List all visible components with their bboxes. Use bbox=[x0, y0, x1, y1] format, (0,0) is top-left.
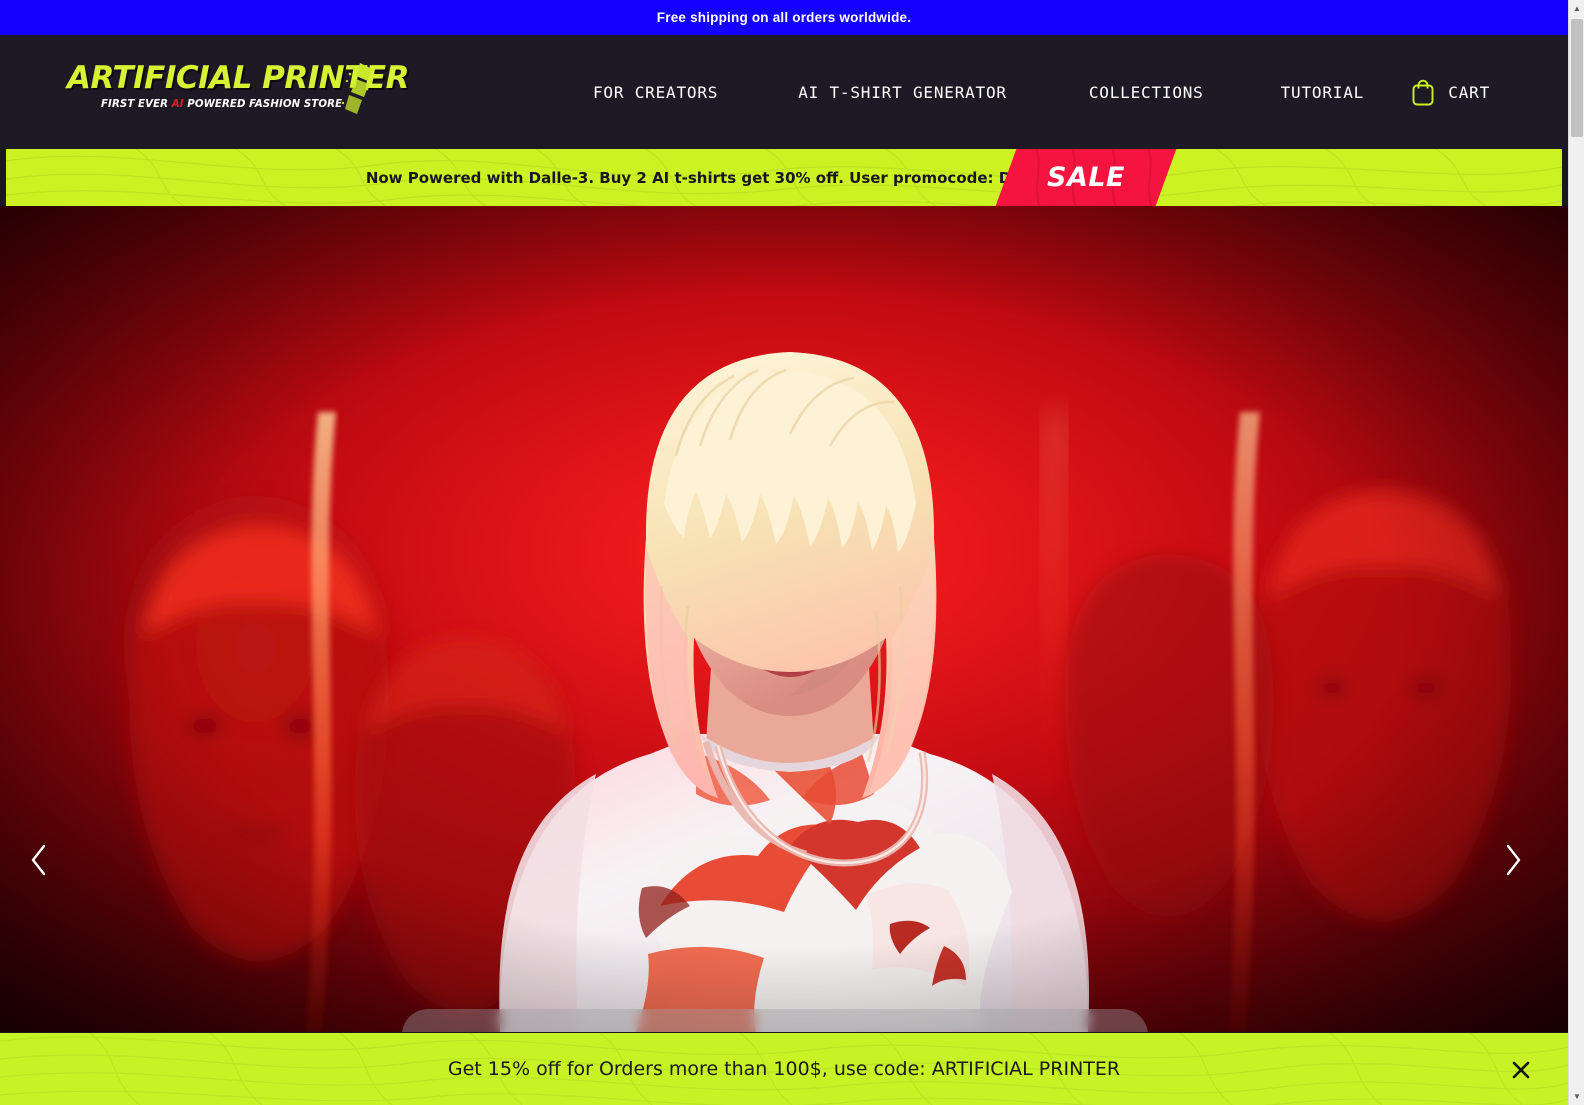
nav-item-collections[interactable]: COLLECTIONS bbox=[1089, 83, 1204, 102]
close-x-icon bbox=[1512, 1061, 1530, 1079]
hero-caption: First ever AI T-Shirt Design Generator U… bbox=[402, 1009, 1148, 1032]
announcement-bar: Free shipping on all orders worldwide. bbox=[0, 0, 1568, 35]
scroll-down-arrow[interactable]: ▼ bbox=[1569, 1088, 1584, 1105]
cart-label: CART bbox=[1448, 82, 1490, 102]
nav-item-tutorial[interactable]: TUTORIAL bbox=[1281, 83, 1364, 102]
promo-strip[interactable]: Now Powered with Dalle-3. Buy 2 AI t-shi… bbox=[6, 149, 1562, 206]
announcement-text: Free shipping on all orders worldwide. bbox=[656, 10, 912, 25]
carousel-prev-button[interactable] bbox=[17, 838, 61, 882]
spray-can-icon bbox=[341, 63, 373, 114]
carousel-next-button[interactable] bbox=[1491, 838, 1535, 882]
shopping-bag-icon bbox=[1412, 79, 1434, 106]
promo-text: Now Powered with Dalle-3. Buy 2 AI t-shi… bbox=[365, 168, 1053, 187]
chevron-right-icon bbox=[1506, 844, 1521, 876]
logo-tagline-after: POWERED FASHION STORE bbox=[183, 99, 343, 110]
bottom-bar-close-button[interactable] bbox=[1510, 1059, 1532, 1081]
sale-badge[interactable]: SALE bbox=[995, 149, 1177, 206]
logo-wordmark: ARTIFICIAL PRINTER bbox=[67, 60, 409, 96]
logo[interactable]: ARTIFICIAL PRINTER FIRST EVER AI POWERED… bbox=[67, 60, 409, 121]
scrollbar-thumb[interactable] bbox=[1571, 19, 1583, 137]
logo-tagline-before: FIRST EVER bbox=[101, 99, 172, 110]
sale-badge-label: SALE bbox=[1047, 162, 1125, 193]
nav-item-ai-tshirt-generator[interactable]: AI T-SHIRT GENERATOR bbox=[798, 83, 1007, 102]
main-nav: FOR CREATORS AI T-SHIRT GENERATOR COLLEC… bbox=[593, 35, 1364, 149]
bottom-promo-bar: Get 15% off for Orders more than 100$, u… bbox=[0, 1033, 1568, 1105]
cart-button[interactable]: CART bbox=[1410, 35, 1490, 149]
scroll-up-arrow[interactable]: ▲ bbox=[1569, 0, 1584, 17]
page-root: Free shipping on all orders worldwide. A… bbox=[0, 0, 1584, 1105]
nav-item-for-creators[interactable]: FOR CREATORS bbox=[593, 83, 718, 102]
logo-tagline: FIRST EVER AI POWERED FASHION STORE bbox=[101, 99, 372, 110]
browser-scrollbar[interactable]: ▲ ▼ bbox=[1568, 0, 1584, 1105]
bottom-promo-text: Get 15% off for Orders more than 100$, u… bbox=[447, 1058, 1121, 1080]
chevron-left-icon bbox=[31, 844, 46, 876]
hero-image bbox=[0, 206, 1568, 1032]
logo-tagline-ai: AI bbox=[171, 99, 184, 110]
site-header: ARTIFICIAL PRINTER FIRST EVER AI POWERED… bbox=[0, 35, 1568, 149]
hero-carousel: First ever AI T-Shirt Design Generator U… bbox=[0, 206, 1568, 1032]
